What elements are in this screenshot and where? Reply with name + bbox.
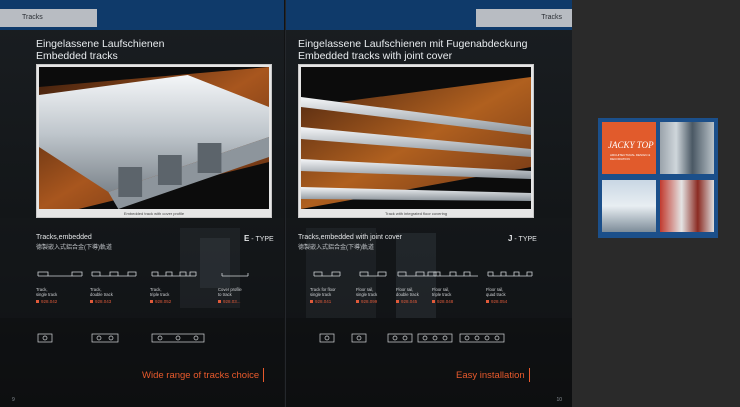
track-photo: Track with integrated floor covering (298, 64, 534, 218)
section-title-chinese: 德製嵌入式鋁合金(下導)軌道 (298, 245, 374, 251)
product-item: Track, double track 928.043 (90, 262, 138, 304)
product-item: Track, single track 928.042 (36, 262, 84, 304)
type-suffix: - TYPE (249, 236, 274, 243)
brand-logo: JACKY TOP (608, 140, 654, 150)
product-name: Track for floor single track (310, 287, 336, 297)
profile-section-drawings (316, 330, 556, 346)
product-name: Floor rail, quad track (486, 287, 506, 297)
left-page: Tracks Eingelassene Laufschienen Embedde… (0, 0, 285, 407)
heading-english: Embedded tracks with joint cover (298, 50, 453, 62)
track-photo: Embedded track with cover profile (36, 64, 272, 218)
section-tab: Tracks (476, 9, 572, 27)
office-interior-thumbnail[interactable] (602, 180, 656, 232)
product-code: 928.043 (90, 299, 138, 304)
product-name: Track, double track (90, 287, 113, 297)
joint-cover-track-image (301, 67, 531, 209)
logo-thumbnail[interactable]: JACKY TOP ARCHITECTURAL DESIGN & DECORAT… (602, 122, 656, 174)
track-drawing (37, 271, 83, 277)
track-drawing (151, 271, 197, 277)
brand-logo-subtext: ARCHITECTURAL DESIGN & DECORATION (610, 153, 651, 161)
heading-english: Embedded tracks (36, 50, 118, 62)
track-drawing (91, 271, 137, 277)
section-title-text: Tracks,embedded (36, 234, 92, 241)
product-item: Track for floor single track 928.041 (310, 262, 358, 304)
product-name: Track, triple track (150, 287, 170, 297)
product-item: Floor rail, quad track 928.054 (486, 262, 534, 304)
profile-drawings (37, 333, 205, 343)
product-name: Floor rail, triple track (432, 287, 452, 297)
product-code: 928.048 (432, 299, 480, 304)
product-name: Cover profile to track (218, 287, 242, 297)
product-item: Floor rail, triple track 928.048 (432, 262, 480, 304)
page-heading: Eingelassene Laufschienen mit Fugenabdec… (298, 38, 527, 62)
product-item: Cover profile to track 928.03... (218, 262, 266, 304)
product-code: 928.042 (36, 299, 84, 304)
photo-caption: Track with integrated floor covering (384, 211, 448, 216)
track-drawing (433, 271, 478, 277)
page-heading: Eingelassene Laufschienen Embedded track… (36, 38, 164, 62)
section-title: Tracks,embedded 德製嵌入式鋁合金(下導)軌道 (36, 234, 112, 251)
heading-german: Eingelassene Laufschienen (36, 38, 165, 50)
glass-partition-thumbnail[interactable] (660, 122, 714, 174)
product-code: 928.052 (150, 299, 198, 304)
section-title-text: Tracks,embedded with joint cover (298, 234, 403, 241)
track-drawing (313, 271, 341, 277)
type-label: J - TYPE (508, 234, 537, 243)
profile-drawings (319, 333, 505, 343)
heading-german: Eingelassene Laufschienen mit Fugenabdec… (298, 38, 528, 50)
product-code: 928.041 (310, 299, 358, 304)
product-code: 928.054 (486, 299, 534, 304)
right-page: Tracks Eingelassene Laufschienen mit Fug… (286, 0, 572, 407)
photo-caption: Embedded track with cover profile (123, 211, 185, 216)
product-name: Track, single track (36, 287, 58, 297)
brochure-spread: Tracks Eingelassene Laufschienen Embedde… (0, 0, 572, 407)
brand-thumbnail-panel[interactable]: JACKY TOP ARCHITECTURAL DESIGN & DECORAT… (598, 118, 718, 238)
cover-drawing (221, 273, 249, 277)
product-code: 928.03... (218, 299, 266, 304)
tagline: Wide range of tracks choice (142, 368, 265, 382)
tagline: Easy installation (456, 368, 530, 382)
type-label: E - TYPE (244, 234, 274, 243)
product-item: Track, triple track 928.052 (150, 262, 198, 304)
section-title-chinese: 德製嵌入式鋁合金(下導)軌道 (36, 245, 112, 251)
page-number: 9 (12, 397, 15, 403)
section-title: Tracks,embedded with joint cover 德製嵌入式鋁合… (298, 234, 402, 251)
profile-section-drawings (36, 330, 246, 346)
red-wardrobe-thumbnail[interactable] (660, 180, 714, 232)
page-number: 10 (556, 397, 562, 403)
embedded-track-image (39, 67, 269, 209)
section-tab: Tracks (0, 9, 97, 27)
type-suffix: - TYPE (512, 236, 537, 243)
track-drawing (487, 271, 533, 277)
